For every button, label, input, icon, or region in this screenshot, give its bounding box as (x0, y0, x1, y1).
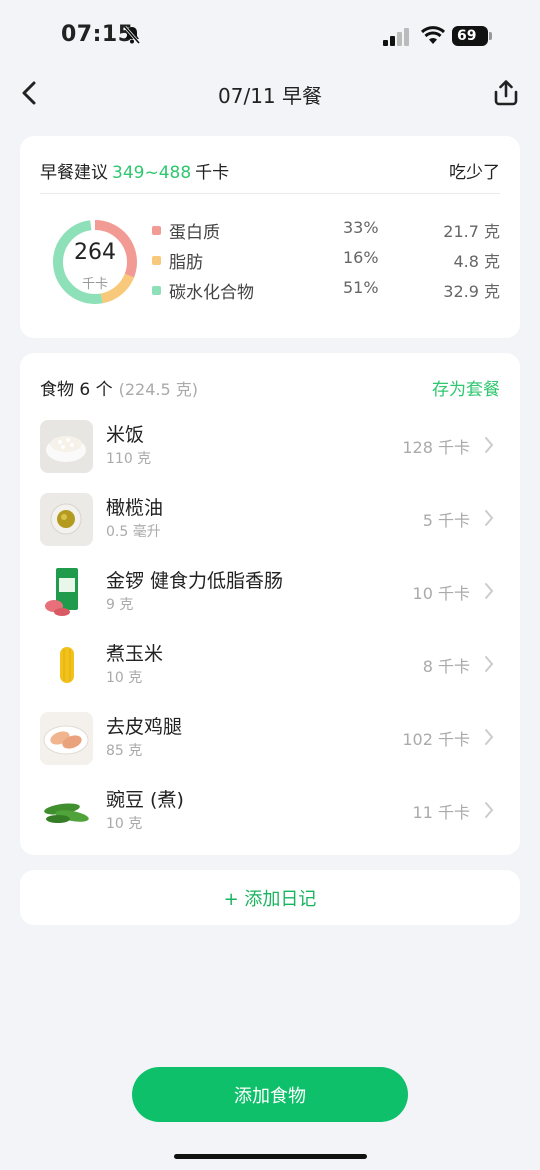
food-count: 食物 6 个 (40, 380, 113, 400)
suggestion-label: 早餐建议 (40, 163, 108, 183)
home-indicator (174, 1154, 367, 1159)
save-as-combo-button[interactable]: 存为套餐 (432, 375, 500, 400)
macro-percent: 33% (343, 218, 379, 237)
food-amount: 10 克 (106, 816, 143, 832)
battery-level: 69 (452, 26, 488, 46)
add-diary-button[interactable]: + 添加日记 (20, 870, 520, 925)
food-item-peas[interactable]: 豌豆 (煮) 10 克 11 千卡 (20, 775, 520, 847)
sausage-package-icon (40, 566, 93, 619)
suggestion-row: 早餐建议 349~488 千卡 吃少了 (40, 158, 500, 183)
pea-pod-icon (40, 785, 93, 838)
chicken-leg-icon (40, 712, 93, 765)
chevron-right-icon (485, 656, 494, 672)
food-list-card: 食物 6 个 (224.5 克) 存为套餐 米饭 110 克 128 千卡 橄榄… (20, 353, 520, 855)
chevron-right-icon (485, 583, 494, 599)
food-name: 豌豆 (煮) (106, 789, 184, 811)
chevron-right-icon (485, 510, 494, 526)
food-list-header: 食物 6 个 (224.5 克) 存为套餐 (40, 375, 500, 400)
macro-percent: 16% (343, 248, 379, 267)
food-kcal: 10 千卡 (412, 584, 470, 603)
macro-name: 蛋白质 (169, 223, 220, 243)
macro-percent: 51% (343, 278, 379, 297)
cellular-signal-icon (383, 28, 411, 50)
status-bar: 07:15 69 (0, 0, 540, 70)
add-food-button[interactable]: 添加食物 (132, 1067, 408, 1122)
food-amount: 85 克 (106, 743, 143, 759)
macro-name: 脂肪 (169, 253, 203, 273)
wifi-icon (420, 25, 446, 49)
carbs-color-dot (152, 286, 161, 295)
food-name: 橄榄油 (106, 497, 164, 519)
bell-muted-icon (122, 25, 142, 49)
fat-color-dot (152, 256, 161, 265)
intake-status: 吃少了 (449, 163, 500, 183)
food-amount: 110 克 (106, 451, 152, 467)
macro-name: 碳水化合物 (169, 283, 254, 303)
nutrition-summary-card: 早餐建议 349~488 千卡 吃少了 264 千卡 蛋白质 33% 21.7 克 … (20, 136, 520, 338)
macro-row-protein: 蛋白质 33% 21.7 克 (150, 218, 500, 243)
food-item-chicken-leg[interactable]: 去皮鸡腿 85 克 102 千卡 (20, 702, 520, 774)
page-title: 07/11 早餐 (218, 84, 322, 108)
food-item-olive-oil[interactable]: 橄榄油 0.5 毫升 5 千卡 (20, 483, 520, 555)
food-amount: 9 克 (106, 597, 134, 613)
food-item-corn[interactable]: 煮玉米 10 克 8 千卡 (20, 629, 520, 701)
olive-oil-icon (40, 493, 93, 546)
chevron-right-icon (485, 437, 494, 453)
food-amount: 0.5 毫升 (106, 524, 161, 540)
total-kcal-unit: 千卡 (81, 277, 108, 292)
macro-amount: 21.7 克 (443, 222, 500, 241)
share-button[interactable] (490, 78, 522, 108)
share-icon (494, 80, 518, 106)
food-item-sausage[interactable]: 金锣 健食力低脂香肠 9 克 10 千卡 (20, 556, 520, 628)
battery-icon: 69 (452, 26, 492, 46)
chevron-right-icon (485, 729, 494, 745)
suggestion-range: 349~488 (112, 163, 192, 183)
macro-row-carbs: 碳水化合物 51% 32.9 克 (150, 278, 500, 303)
food-name: 去皮鸡腿 (106, 716, 183, 738)
protein-color-dot (152, 226, 161, 235)
food-kcal: 128 千卡 (402, 438, 470, 457)
macro-amount: 32.9 克 (443, 282, 500, 301)
macro-amount: 4.8 克 (453, 252, 500, 271)
food-total-weight: (224.5 克) (118, 380, 199, 399)
food-kcal: 5 千卡 (422, 511, 470, 530)
divider (40, 193, 500, 194)
total-kcal: 264 (74, 240, 116, 265)
food-item-rice[interactable]: 米饭 110 克 128 千卡 (20, 410, 520, 482)
food-name: 米饭 (106, 424, 145, 446)
food-amount: 10 克 (106, 670, 143, 686)
food-kcal: 102 千卡 (402, 730, 470, 749)
nav-bar: 07/11 早餐 (0, 70, 540, 116)
macro-row-fat: 脂肪 16% 4.8 克 (150, 248, 500, 273)
food-name: 煮玉米 (106, 643, 164, 665)
food-kcal: 8 千卡 (422, 657, 470, 676)
corn-icon (40, 639, 93, 692)
chevron-right-icon (485, 802, 494, 818)
rice-bowl-icon (40, 420, 93, 473)
suggestion-unit: 千卡 (195, 163, 230, 183)
food-kcal: 11 千卡 (412, 803, 470, 822)
food-name: 金锣 健食力低脂香肠 (106, 570, 284, 592)
